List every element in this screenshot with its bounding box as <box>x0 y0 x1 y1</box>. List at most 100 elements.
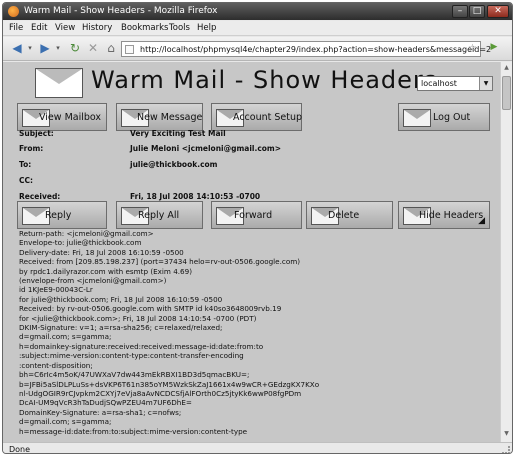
new-message-label: New Message <box>137 112 203 123</box>
delete-label: Delete <box>328 210 360 221</box>
menu-tools[interactable]: Tools <box>169 23 190 33</box>
from-row: From: Julie Meloni <jcmeloni@gmail.com> <box>19 144 489 158</box>
scroll-thumb[interactable] <box>502 76 511 110</box>
status-bar: Done <box>3 442 512 454</box>
menu-view[interactable]: View <box>55 23 75 33</box>
header-line: b=JFBi5aSlDLPLuSs+dsVKP6T61n385oYM5WzkSk… <box>19 379 320 389</box>
page-content: Warm Mail - Show Headers localhost ▼ Vie… <box>3 62 512 442</box>
action-button-bar: Reply Reply All Forward Delete Hide Head… <box>17 201 495 229</box>
menu-bar: File Edit View History Bookmarks Tools H… <box>3 21 512 36</box>
header-line: h=domainkey-signature:received:received:… <box>19 341 264 351</box>
hide-headers-label: Hide Headers <box>419 210 484 221</box>
header-line: Received: from [209.85.198.237] (port=37… <box>19 257 301 267</box>
view-mailbox-label: View Mailbox <box>39 112 102 123</box>
firefox-icon <box>8 6 19 17</box>
top-button-bar: View Mailbox New Message Account Setup L… <box>17 103 495 131</box>
header-line: DcAI-UM9qVcR3hTaDudjSQwPZEU4m7UF6DhE= <box>19 398 192 408</box>
reply-button[interactable]: Reply <box>17 201 107 229</box>
cc-label: CC: <box>19 176 34 185</box>
browser-window: Warm Mail - Show Headers - Mozilla Firef… <box>2 2 513 454</box>
host-select-value: localhost <box>421 79 457 88</box>
header-line: Received: by rv-out-0506.google.com with… <box>19 304 282 314</box>
scroll-up-icon[interactable]: ▲ <box>502 64 511 74</box>
chevron-down-icon[interactable]: ▼ <box>479 77 492 90</box>
header-line: h=message-id:date:from:to:subject:mime-v… <box>19 426 248 436</box>
header-line: :subject:mime-version:content-type:conte… <box>19 351 244 361</box>
reload-icon[interactable]: ↻ <box>67 41 83 57</box>
title-bar: Warm Mail - Show Headers - Mozilla Firef… <box>3 3 512 20</box>
reply-all-button[interactable]: Reply All <box>116 201 203 229</box>
new-message-button[interactable]: New Message <box>116 103 203 131</box>
go-icon[interactable]: ▶ <box>486 42 502 56</box>
resize-grip-icon[interactable] <box>502 446 510 453</box>
view-mailbox-button[interactable]: View Mailbox <box>17 103 107 131</box>
header-line: bh=C6rIc4m5oK/47UWXaV7dw443mEkRBXI1BD3d5… <box>19 370 250 380</box>
app-header: Warm Mail - Show Headers localhost ▼ <box>17 66 497 98</box>
status-text: Done <box>9 445 31 454</box>
address-url[interactable]: http://localhost/phpmysql4e/chapter29/in… <box>140 45 491 54</box>
delete-button[interactable]: Delete <box>306 201 393 229</box>
received-label: Received: <box>19 192 61 201</box>
to-label: To: <box>19 160 32 169</box>
cc-row: CC: <box>19 176 489 190</box>
minimize-button[interactable]: – <box>452 5 468 18</box>
forward-icon[interactable]: ▶ <box>37 41 53 57</box>
hide-headers-button[interactable]: Hide Headers ◢ <box>398 201 490 229</box>
header-line: DomainKey-Signature: a=rsa-sha1; c=nofws… <box>19 407 182 417</box>
back-icon[interactable]: ◀ <box>9 41 25 57</box>
from-label: From: <box>19 144 44 153</box>
subject-row: Subject: Very Exciting Test Mail <box>19 129 489 143</box>
header-line: nl-UdgOGIR9rCJvpkm2CXYj7eVja8aAvNCDCSfjA… <box>19 388 302 398</box>
received-value: Fri, 18 Jul 2008 14:10:53 -0700 <box>130 192 261 201</box>
raw-headers: Return-path: <jcmeloni@gmail.com> Envelop… <box>19 229 499 436</box>
log-out-button[interactable]: Log Out <box>398 103 490 131</box>
header-line: Envelope-to: julie@thickbook.com <box>19 238 142 248</box>
subject-value: Very Exciting Test Mail <box>130 129 226 138</box>
header-line: for <julie@thickbook.com>; Fri, 18 Jul 2… <box>19 313 257 323</box>
forward-button[interactable]: Forward <box>211 201 302 229</box>
account-setup-button[interactable]: Account Setup <box>211 103 302 131</box>
host-select[interactable]: localhost ▼ <box>417 76 493 91</box>
page-title: Warm Mail - Show Headers <box>91 66 438 94</box>
triangle-icon: ◢ <box>478 216 485 226</box>
forward-label: Forward <box>234 210 273 221</box>
header-line: DKIM-Signature: v=1; a=rsa-sha256; c=rel… <box>19 323 223 333</box>
close-window-button[interactable]: ✕ <box>487 5 509 18</box>
header-line: :content-disposition; <box>19 360 93 370</box>
menu-help[interactable]: Help <box>197 23 216 33</box>
header-line: d=gmail.com; s=gamma; <box>19 332 112 342</box>
header-line: for julie@thickbook.com; Fri, 18 Jul 200… <box>19 294 223 304</box>
stop-icon[interactable]: ✕ <box>85 41 101 57</box>
address-bar[interactable]: http://localhost/phpmysql4e/chapter29/in… <box>121 41 491 57</box>
vertical-scrollbar[interactable]: ▲ ▼ <box>500 62 512 442</box>
menu-edit[interactable]: Edit <box>31 23 47 33</box>
envelope-icon <box>403 109 431 127</box>
subject-label: Subject: <box>19 129 54 138</box>
header-line: d=gmail.com; s=gamma; <box>19 417 112 427</box>
window-title: Warm Mail - Show Headers - Mozilla Firef… <box>24 6 218 16</box>
from-value: Julie Meloni <jcmeloni@gmail.com> <box>130 144 282 153</box>
menu-history[interactable]: History <box>82 23 112 33</box>
bookmark-star-icon[interactable]: ☆ <box>468 43 477 54</box>
home-icon[interactable]: ⌂ <box>103 41 119 57</box>
menu-file[interactable]: File <box>9 23 23 33</box>
scroll-down-icon[interactable]: ▼ <box>502 430 511 440</box>
header-line: Return-path: <jcmeloni@gmail.com> <box>19 229 154 238</box>
menu-bookmarks[interactable]: Bookmarks <box>121 23 169 33</box>
page-favicon-icon <box>125 45 134 54</box>
header-line: (envelope-from <jcmeloni@gmail.com>) <box>19 276 167 286</box>
log-out-label: Log Out <box>433 112 471 123</box>
navigation-toolbar: ◀ ▾ ▶ ▾ ↻ ✕ ⌂ http://localhost/phpmysql4… <box>3 37 512 61</box>
to-value: julie@thickbook.com <box>130 160 218 169</box>
forward-dropdown-icon[interactable]: ▾ <box>53 41 63 57</box>
to-row: To: julie@thickbook.com <box>19 160 489 174</box>
back-dropdown-icon[interactable]: ▾ <box>25 41 35 57</box>
envelope-logo-icon <box>35 68 83 98</box>
reply-all-label: Reply All <box>138 210 180 221</box>
header-line: id 1KJeE9-00043C-Lr <box>19 285 93 295</box>
account-setup-label: Account Setup <box>233 112 303 123</box>
maximize-button[interactable]: □ <box>469 5 485 18</box>
header-line: Delivery-date: Fri, 18 Jul 2008 16:10:59… <box>19 247 184 257</box>
reply-label: Reply <box>45 210 72 221</box>
header-line: by rpdc1.dailyrazor.com with esmtp (Exim… <box>19 266 193 276</box>
